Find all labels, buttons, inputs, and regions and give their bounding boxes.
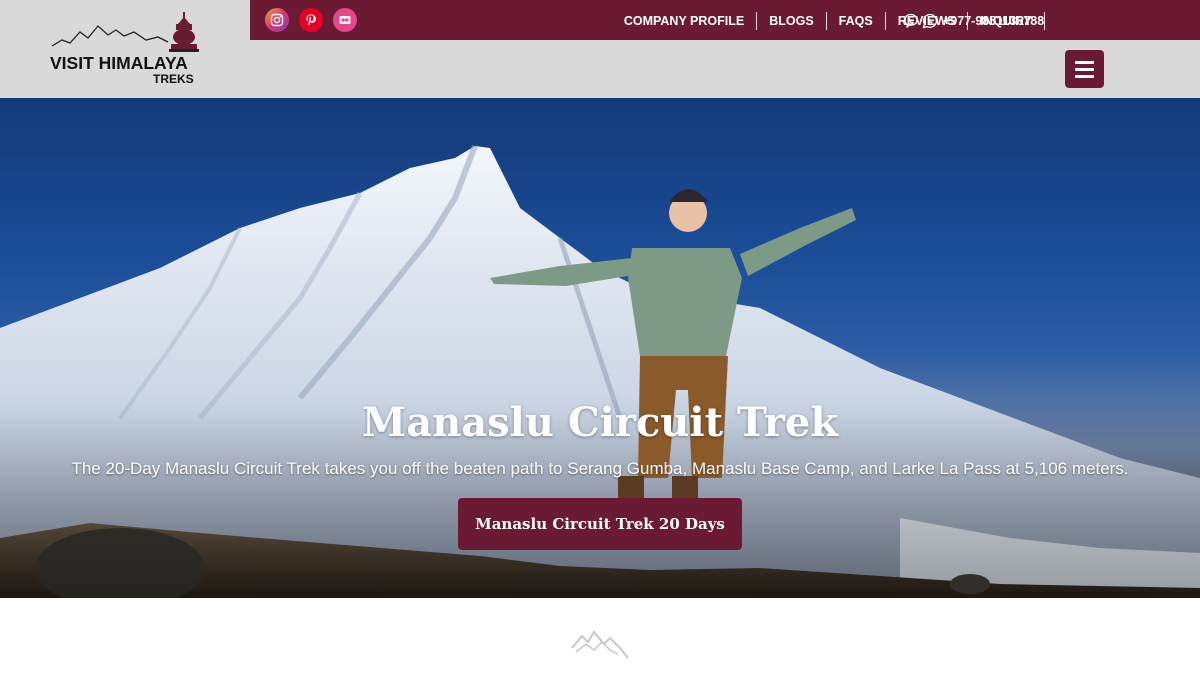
phone-number[interactable]: +977-9851136788 — [943, 14, 1044, 28]
mountain-icon — [571, 630, 629, 659]
whatsapp-icon[interactable] — [922, 13, 938, 29]
flickr-icon[interactable] — [333, 8, 357, 32]
instagram-icon[interactable] — [265, 8, 289, 32]
nav-faqs[interactable]: FAQS — [825, 12, 885, 30]
top-bar: COMPANY PROFILE BLOGS FAQS REVIEWS INQUI… — [250, 0, 1200, 40]
contact-phone[interactable]: +977-9851136788 — [903, 12, 1044, 30]
nav-company-profile[interactable]: COMPANY PROFILE — [612, 12, 756, 30]
pinterest-icon[interactable] — [299, 8, 323, 32]
site-header: VISIT HIMALAYA TREKS COMPANY PROFILE BLO… — [0, 0, 1200, 98]
hamburger-icon-bar — [1075, 74, 1094, 78]
logo-brand-text: VISIT HIMALAYA — [50, 53, 188, 73]
viber-icon[interactable] — [903, 13, 919, 29]
hero-title: Manaslu Circuit Trek — [361, 399, 839, 446]
logo-sub-text: TREKS — [153, 72, 194, 84]
hero-cta-button[interactable]: Manaslu Circuit Trek 20 Days — [458, 498, 742, 550]
hamburger-icon — [1075, 60, 1094, 64]
menu-button[interactable] — [1065, 50, 1104, 88]
hero-subtitle: The 20-Day Manaslu Circuit Trek takes yo… — [71, 459, 1129, 478]
hamburger-icon-bar — [1075, 67, 1094, 71]
hero-banner: Manaslu Circuit Trek The 20-Day Manaslu … — [0, 98, 1200, 598]
nav-blogs[interactable]: BLOGS — [756, 12, 825, 30]
logo[interactable]: VISIT HIMALAYA TREKS — [50, 10, 200, 84]
